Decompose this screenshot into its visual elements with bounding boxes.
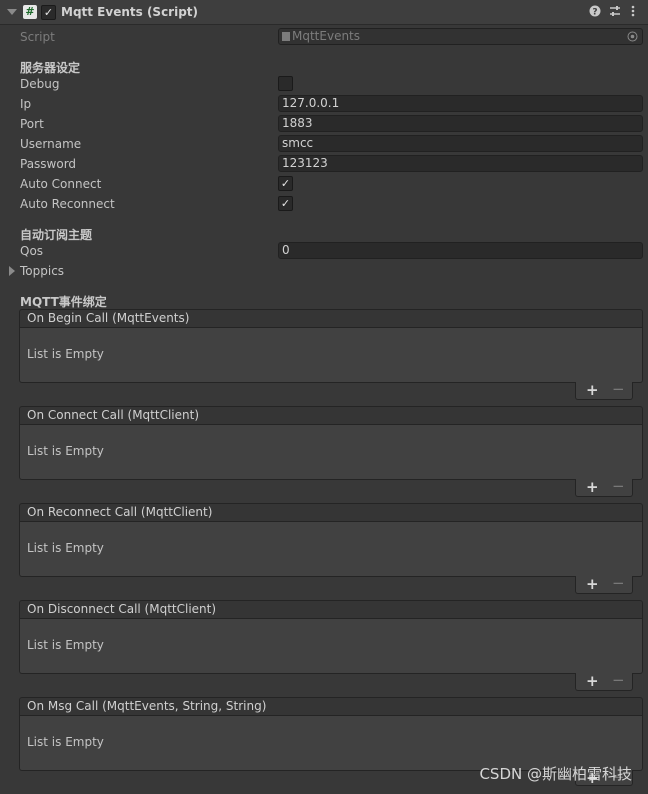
remove-item-button[interactable]: − [612,477,625,495]
script-label: Script [20,30,55,44]
help-icon[interactable]: ? [589,5,601,20]
list-footer: + − [575,380,633,400]
event-header-on-reconnect: On Reconnect Call (MqttClient) [19,503,643,522]
add-item-button[interactable]: + [586,672,599,690]
list-empty-text: List is Empty [27,735,104,749]
kebab-menu-icon[interactable] [630,5,636,20]
event-header-on-connect: On Connect Call (MqttClient) [19,406,643,425]
foldout-arrow-icon[interactable] [7,9,17,15]
add-item-button[interactable]: + [586,381,599,399]
component-title: Mqtt Events (Script) [61,5,199,19]
port-field[interactable]: 1883 [278,115,643,132]
password-field[interactable]: 123123 [278,155,643,172]
event-header-on-begin: On Begin Call (MqttEvents) [19,309,643,328]
username-field[interactable]: smcc [278,135,643,152]
server-settings-heading: 服务器设定 [20,61,81,75]
ip-field[interactable]: 127.0.0.1 [278,95,643,112]
watermark-text: CSDN @斯幽柏雷科技 [479,765,632,783]
auto-subscribe-heading: 自动订阅主题 [20,228,93,242]
password-label: Password [20,157,77,171]
event-list-on-disconnect: List is Empty [19,619,643,674]
list-footer: + − [575,477,633,497]
auto-reconnect-label: Auto Reconnect [20,197,115,211]
script-icon: # [23,5,37,19]
list-footer: + − [575,574,633,594]
object-picker-icon[interactable] [627,31,638,46]
list-empty-text: List is Empty [27,444,104,458]
qos-label: Qos [20,244,44,258]
remove-item-button[interactable]: − [612,380,625,398]
list-empty-text: List is Empty [27,347,104,361]
event-header-on-disconnect: On Disconnect Call (MqttClient) [19,600,643,619]
remove-item-button[interactable]: − [612,671,625,689]
add-item-button[interactable]: + [586,575,599,593]
component-header: # ✓ Mqtt Events (Script) ? [0,0,648,25]
qos-field[interactable]: 0 [278,242,643,259]
ip-label: Ip [20,97,32,111]
toppics-label[interactable]: Toppics [20,264,64,278]
script-file-icon [282,32,290,41]
auto-connect-label: Auto Connect [20,177,102,191]
auto-connect-checkbox[interactable]: ✓ [278,176,293,191]
auto-reconnect-checkbox[interactable]: ✓ [278,196,293,211]
debug-label: Debug [20,77,60,91]
svg-text:?: ? [592,8,597,18]
event-header-on-msg: On Msg Call (MqttEvents, String, String) [19,697,643,716]
event-list-on-reconnect: List is Empty [19,522,643,577]
event-list-on-begin: List is Empty [19,328,643,383]
username-label: Username [20,137,82,151]
event-list-on-connect: List is Empty [19,425,643,480]
sliders-icon[interactable] [609,5,621,20]
list-footer: + − [575,671,633,691]
add-item-button[interactable]: + [586,478,599,496]
mqtt-events-heading: MQTT事件绑定 [20,295,107,309]
list-empty-text: List is Empty [27,638,104,652]
script-object-field[interactable]: MqttEvents [278,28,643,45]
port-label: Port [20,117,44,131]
script-object-name: MqttEvents [292,29,361,43]
component-enabled-checkbox[interactable]: ✓ [41,5,56,20]
toppics-foldout-icon[interactable] [9,266,15,276]
list-empty-text: List is Empty [27,541,104,555]
debug-checkbox[interactable] [278,76,293,91]
remove-item-button[interactable]: − [612,574,625,592]
